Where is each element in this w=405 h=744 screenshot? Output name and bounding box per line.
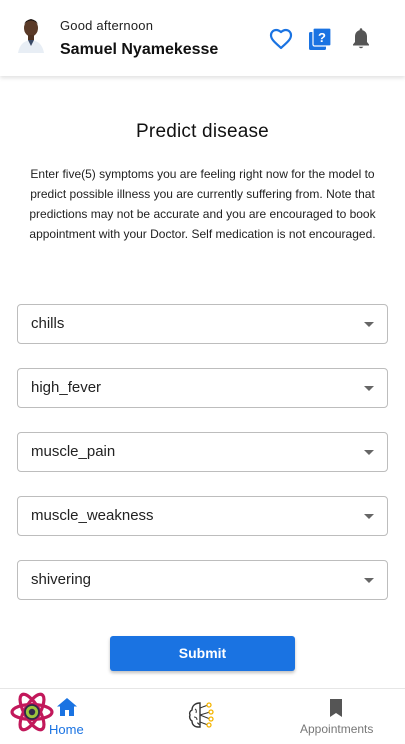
- dropdown-arrow-icon: [364, 386, 374, 391]
- symptom-select-3[interactable]: muscle_pain: [17, 432, 388, 472]
- instructions-text: Enter five(5) symptoms you are feeling r…: [29, 167, 376, 241]
- app-header: Good afternoon Samuel Nyamekesse ?: [0, 0, 405, 76]
- screen: Good afternoon Samuel Nyamekesse ? Predi…: [0, 0, 405, 744]
- symptom-select-value: chills: [31, 315, 65, 332]
- nav-item-appointments[interactable]: Appointments: [298, 689, 378, 744]
- symptom-select-value: shivering: [31, 571, 92, 588]
- symptom-select-1[interactable]: chills: [17, 304, 388, 344]
- app-logo-icon: [10, 690, 54, 734]
- bookmark-icon: [328, 698, 344, 723]
- nav-item-predict[interactable]: [186, 689, 220, 744]
- notifications-bell-icon[interactable]: [348, 26, 374, 52]
- home-icon: [56, 697, 78, 722]
- favorites-heart-icon[interactable]: [268, 26, 294, 52]
- avatar[interactable]: [14, 13, 48, 53]
- dropdown-arrow-icon: [364, 578, 374, 583]
- symptom-select-5[interactable]: shivering: [17, 560, 388, 600]
- bottom-nav: Home Appointments: [0, 688, 405, 744]
- page-title: Predict disease: [136, 121, 269, 142]
- dropdown-arrow-icon: [364, 514, 374, 519]
- dropdown-arrow-icon: [364, 450, 374, 455]
- symptom-select-2[interactable]: high_fever: [17, 368, 388, 408]
- dropdown-arrow-icon: [364, 322, 374, 327]
- ai-brain-icon: [186, 699, 218, 736]
- symptom-select-4[interactable]: muscle_weakness: [17, 496, 388, 536]
- symptom-select-value: muscle_weakness: [31, 507, 154, 524]
- symptom-select-value: muscle_pain: [31, 443, 116, 460]
- user-name: Samuel Nyamekesse: [60, 41, 219, 58]
- nav-label-home: Home: [49, 722, 84, 737]
- submit-button[interactable]: Submit: [110, 636, 295, 671]
- symptom-select-value: high_fever: [31, 379, 102, 396]
- nav-label-appointments: Appointments: [300, 722, 374, 736]
- greeting-text: Good afternoon: [60, 18, 154, 33]
- svg-text:?: ?: [318, 30, 326, 45]
- help-box-icon[interactable]: ?: [307, 26, 333, 52]
